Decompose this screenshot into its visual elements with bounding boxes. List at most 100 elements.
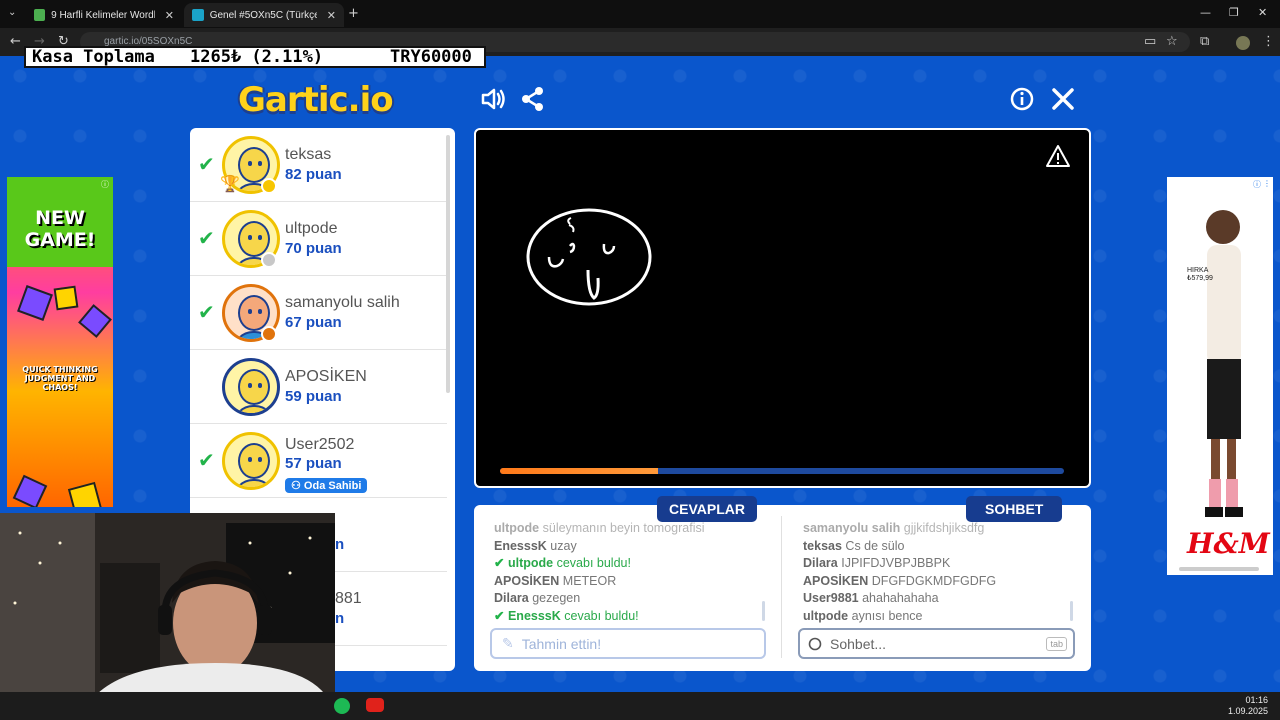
ad-scrollbar[interactable] (1179, 567, 1259, 571)
answers-list: ultpode süleymanın beyin tomografisi Ene… (494, 520, 705, 625)
tab-title: 9 Harfli Kelimeler Wordle - Çev (51, 9, 155, 21)
answer-message: ultpode süleymanın beyin tomografisi (494, 521, 705, 535)
guessed-check-icon: ✔ (198, 300, 215, 324)
tab-chat[interactable]: SOHBET (966, 496, 1063, 522)
player-name: samanyolu salih (285, 294, 400, 311)
browser-tab-gartic[interactable]: Genel #5OXn5C (Türkçe) - G ✕ (184, 3, 344, 27)
player-row[interactable]: ✔ samanyolu salih 67 puan (190, 276, 447, 350)
panel-divider (781, 516, 782, 658)
webcam-overlay (0, 513, 335, 720)
product-tag: HIRKA ₺579,99 (1187, 267, 1213, 282)
restore-icon[interactable]: ❐ (1229, 6, 1239, 19)
sound-icon[interactable] (480, 86, 506, 112)
chat-input[interactable]: Sohbet... tab (798, 628, 1075, 659)
answer-message: EnesssK uzay (494, 538, 577, 553)
extensions-icon[interactable]: ⧉ (1200, 34, 1209, 49)
new-tab-icon[interactable]: + (348, 6, 359, 21)
left-ad-banner[interactable]: NEW GAME! QUICK THINKING JUDGMENT AND CH… (7, 177, 113, 507)
game-tile-icon (53, 285, 79, 311)
tab-title: Genel #5OXn5C (Türkçe) - G (209, 9, 317, 21)
donation-ticker: Kasa Toplama 1265₺ (2.11%) TRY60000 (24, 46, 486, 68)
drawing-canvas[interactable] (474, 128, 1091, 488)
answer-input[interactable]: ✎ Tahmin ettin! (490, 628, 766, 659)
info-icon[interactable] (1010, 86, 1034, 112)
report-warning-icon[interactable] (1045, 144, 1071, 168)
player-score: 67 puan (285, 314, 342, 331)
game-tile-icon (17, 285, 53, 321)
answers-scrollbar[interactable] (762, 601, 765, 621)
model-illustration-icon (1205, 210, 1243, 517)
tab-answers[interactable]: CEVAPLAR (657, 496, 757, 522)
back-icon[interactable]: ← (10, 34, 21, 49)
drawing-strokes (526, 208, 652, 306)
player-row[interactable]: ✔ 🏆 teksas 82 puan (190, 128, 447, 202)
cast-icon[interactable]: ▭ (1144, 34, 1156, 49)
answer-message: ✔ EnesssK cevabı buldu! (494, 608, 639, 623)
pencil-icon: ✎ (502, 635, 514, 651)
chat-message: Dilara IJPIFDJVBPJBBPK (803, 556, 951, 570)
player-name: User2502 (285, 436, 355, 453)
browser-tab-wordle[interactable]: 9 Harfli Kelimeler Wordle - Çev ✕ (26, 3, 182, 27)
gartic-logo[interactable]: Gartic.io (238, 80, 394, 120)
chat-input-placeholder: Sohbet... (830, 635, 887, 652)
player-name: ultpode (285, 220, 338, 237)
tab-strip: ⌄ 9 Harfli Kelimeler Wordle - Çev ✕ Gene… (0, 0, 1280, 28)
chat-message: samanyolu salih gjjkifdshjiksdfg (803, 521, 985, 535)
answer-input-placeholder: Tahmin ettin! (521, 635, 602, 652)
ad-menu-icon[interactable]: ⋮ (1263, 179, 1271, 188)
correct-check-icon: ✔ (494, 556, 505, 570)
avatar (222, 432, 280, 490)
bookmark-star-icon[interactable]: ☆ (1166, 34, 1178, 49)
spotify-icon[interactable] (334, 698, 350, 714)
chat-scrollbar[interactable] (1070, 601, 1073, 621)
share-icon[interactable] (521, 86, 545, 112)
player-score: 59 puan (285, 388, 342, 405)
os-taskbar (0, 692, 1280, 720)
ad-choices-icon[interactable]: ⓘ (101, 179, 109, 190)
chat-message: teksas Cs de sülo (803, 538, 905, 553)
ad-choices-icon[interactable]: ⓘ (1253, 179, 1261, 190)
exit-close-icon[interactable] (1051, 86, 1075, 112)
player-score: 82 puan (285, 166, 342, 183)
player-row[interactable]: ✔ ultpode 70 puan (190, 202, 447, 276)
profile-avatar[interactable] (1236, 36, 1250, 50)
player-row[interactable]: ✔ User2502 57 puan ⚇ Oda Sahibi (190, 424, 447, 498)
ad-subtitle: QUICK THINKING JUDGMENT AND CHAOS! (22, 365, 98, 392)
wordle-favicon-icon (34, 9, 46, 21)
player-name: 881 (335, 590, 362, 607)
turn-timer-fill (500, 468, 658, 474)
guessed-check-icon: ✔ (198, 448, 215, 472)
guessed-check-icon: ✔ (198, 152, 215, 176)
player-name: teksas (285, 146, 332, 163)
youtube-icon[interactable] (366, 698, 384, 712)
right-ad-banner[interactable]: HIRKA ₺579,99 H&M ⓘ ⋮ (1167, 177, 1273, 575)
clock-time: 01:16 (1245, 695, 1268, 705)
status-dot (261, 252, 277, 268)
ticker-label: Kasa Toplama (32, 47, 155, 67)
game-tile-icon (78, 304, 112, 338)
chat-message: APOSİKEN DFGFDGKMDFGDFG (803, 573, 997, 588)
tab-search-icon[interactable]: ⌄ (8, 7, 16, 18)
minimize-icon[interactable]: — (1200, 6, 1211, 19)
status-dot (261, 178, 277, 194)
close-tab-icon[interactable]: ✕ (165, 9, 174, 22)
answer-message: APOSİKEN METEOR (494, 573, 617, 588)
gartic-favicon-icon (192, 9, 204, 21)
guessed-check-icon: ✔ (198, 226, 215, 250)
player-list-scrollbar[interactable] (446, 135, 450, 393)
player-name: APOSİKEN (285, 368, 367, 385)
menu-kebab-icon[interactable]: ⋮ (1262, 34, 1275, 49)
ad-title: NEW GAME! (24, 207, 96, 251)
close-window-icon[interactable]: ✕ (1258, 6, 1267, 19)
avatar (222, 358, 280, 416)
player-score: 57 puan (285, 455, 342, 472)
player-row[interactable]: APOSİKEN 59 puan (190, 350, 447, 424)
game-tile-icon (67, 481, 103, 507)
chat-bubble-icon (808, 637, 822, 650)
system-clock[interactable]: 01:16 1.09.2025 (1228, 695, 1268, 717)
trophy-icon: 🏆 (220, 174, 240, 193)
tab-key-hint: tab (1046, 637, 1067, 651)
chat-list: samanyolu salih gjjkifdshjiksdfg teksas … (803, 520, 996, 625)
player-score: 70 puan (285, 240, 342, 257)
close-tab-icon[interactable]: ✕ (327, 9, 336, 22)
